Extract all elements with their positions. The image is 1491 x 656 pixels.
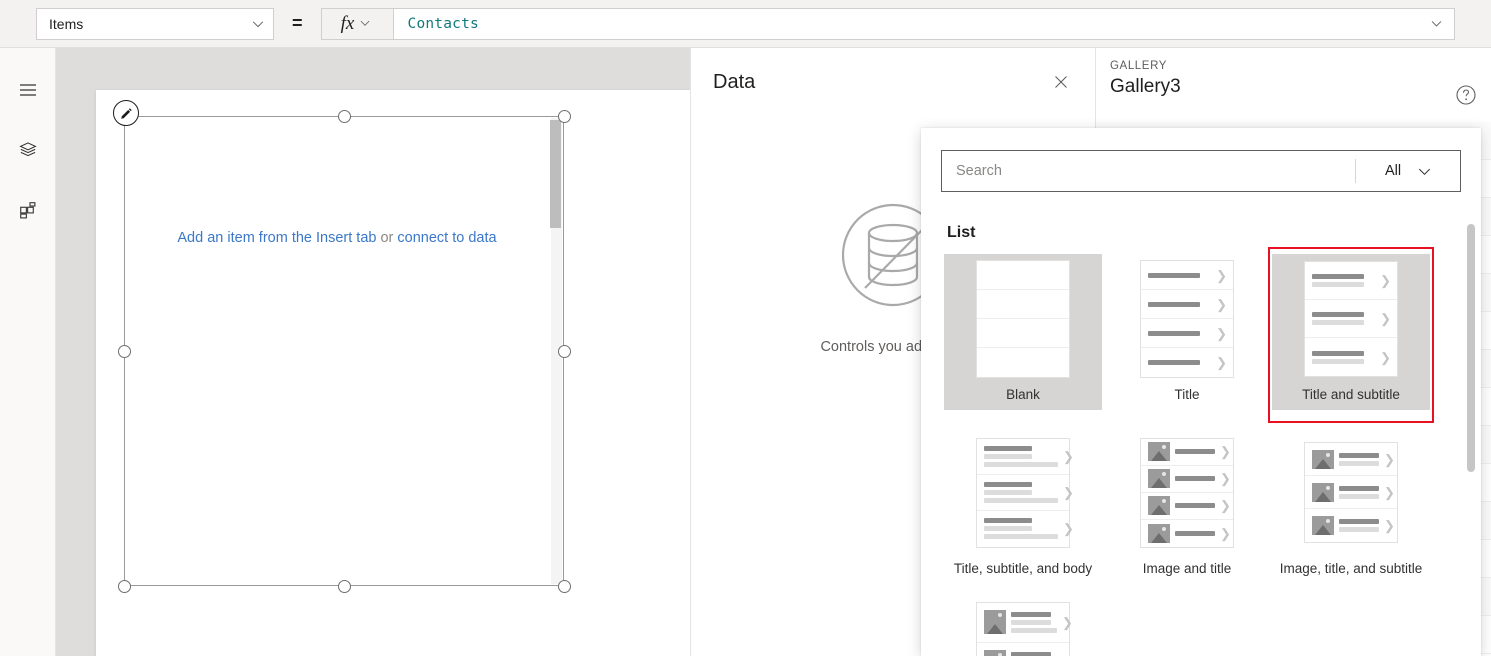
thumb-title-subtitle-body: ❯ ❯ ❯	[976, 437, 1074, 548]
layout-option-label: Title and subtitle	[1272, 384, 1430, 410]
data-panel-header: Data	[691, 48, 1095, 116]
layout-thumbnail: ❯ ❯ ❯ ❯	[1108, 428, 1266, 558]
layout-thumbnail: ❯ ❯ ❯	[1272, 254, 1430, 384]
image-placeholder-icon	[984, 610, 1006, 635]
resize-handle-e[interactable]	[557, 344, 571, 358]
layout-option-image-and-title[interactable]: ❯ ❯ ❯ ❯ Image and title	[1105, 422, 1269, 596]
layout-option-image-title-subtitle-body[interactable]: ❯ ❯ ❯	[941, 596, 1105, 656]
thumb-title: ❯ ❯ ❯ ❯	[1140, 260, 1234, 378]
thumb-image-title: ❯ ❯ ❯ ❯	[1140, 437, 1234, 548]
resize-handle-w[interactable]	[117, 344, 131, 358]
layout-list: List Blank ❯ ❯ ❯ ❯ Title ❯ ❯ ❯ Title and…	[921, 214, 1481, 656]
chevron-down-icon	[1417, 164, 1431, 178]
property-selector[interactable]: Items	[36, 7, 274, 40]
thumb-blank	[976, 260, 1070, 378]
layers-icon[interactable]	[8, 130, 48, 170]
hamburger-menu-icon[interactable]	[8, 70, 48, 110]
help-circle-icon[interactable]	[1455, 84, 1477, 106]
image-placeholder-icon	[1312, 449, 1334, 469]
search-row: All	[941, 150, 1461, 192]
connect-to-data-link[interactable]: connect to data	[397, 230, 496, 246]
layout-grid: Blank ❯ ❯ ❯ ❯ Title ❯ ❯ ❯ Title and subt…	[941, 247, 1461, 656]
insert-tab-link[interactable]: Add an item from the Insert tab	[177, 230, 376, 246]
thumb-image-title-subtitle-body: ❯ ❯ ❯	[976, 601, 1073, 656]
layout-option-label: Image, title, and subtitle	[1279, 560, 1423, 576]
close-icon[interactable]	[1045, 66, 1077, 98]
resize-handle-s[interactable]	[337, 579, 351, 593]
control-type-label: GALLERY	[1110, 60, 1168, 72]
resize-handle-ne[interactable]	[557, 109, 571, 123]
pencil-icon[interactable]	[113, 100, 139, 126]
resize-handle-se[interactable]	[557, 579, 571, 593]
gallery-scrollbar-thumb[interactable]	[550, 120, 561, 228]
chevron-down-icon	[359, 17, 373, 31]
formula-input[interactable]: Contacts	[392, 7, 1455, 40]
control-name: Gallery3	[1110, 76, 1181, 97]
properties-panel-header: GALLERY Gallery3	[1096, 48, 1491, 118]
gallery-control[interactable]: Add an item from the Insert tab or conne…	[124, 116, 564, 586]
flyout-scrollbar-thumb[interactable]	[1467, 224, 1475, 472]
resize-handle-sw[interactable]	[117, 579, 131, 593]
layout-thumbnail	[944, 254, 1102, 384]
chevron-down-icon	[251, 17, 265, 31]
formula-value: Contacts	[407, 15, 479, 32]
layout-option-label: Title, subtitle, and body	[953, 560, 1093, 576]
layout-option-image-title-subtitle[interactable]: ❯ ❯ ❯ Image, title, and subtitle	[1269, 422, 1433, 596]
image-placeholder-icon	[1148, 469, 1170, 489]
layout-option-blank[interactable]: Blank	[941, 248, 1105, 422]
image-placeholder-icon	[1312, 516, 1334, 536]
fx-button[interactable]: fx	[320, 7, 393, 40]
layout-option-title[interactable]: ❯ ❯ ❯ ❯ Title	[1105, 248, 1269, 422]
layout-option-title-subtitle-body[interactable]: ❯ ❯ ❯ Title, subtitle, and body	[941, 422, 1105, 596]
formula-bar: Items = fx Contacts	[0, 0, 1491, 48]
image-placeholder-icon	[1148, 442, 1170, 462]
image-placeholder-icon	[1148, 496, 1170, 516]
filter-dropdown[interactable]: All	[1356, 163, 1460, 179]
layout-thumbnail: ❯ ❯ ❯	[944, 428, 1102, 558]
image-placeholder-icon	[1312, 482, 1334, 502]
components-grid-icon[interactable]	[8, 190, 48, 230]
layout-option-label: Image and title	[1142, 560, 1232, 576]
layout-thumbnail: ❯ ❯ ❯	[944, 601, 1102, 656]
image-placeholder-icon	[1148, 523, 1170, 543]
layout-thumbnail: ❯ ❯ ❯ ❯	[1108, 254, 1266, 384]
layout-option-title-and-subtitle[interactable]: ❯ ❯ ❯ Title and subtitle	[1268, 247, 1434, 423]
layout-option-label: Title	[1174, 387, 1200, 402]
layout-picker-flyout: All List Blank	[921, 128, 1481, 656]
search-input[interactable]	[942, 163, 1355, 179]
hint-separator: or	[376, 230, 398, 246]
equals-sign: =	[292, 13, 303, 33]
chevron-down-icon[interactable]	[1430, 17, 1444, 31]
layout-section-title: List	[947, 224, 976, 241]
image-placeholder-icon	[984, 650, 1006, 656]
thumb-image-title-subtitle: ❯ ❯ ❯	[1304, 442, 1398, 544]
data-panel-title: Data	[713, 70, 756, 93]
gallery-empty-hint: Add an item from the Insert tab or conne…	[125, 229, 549, 248]
thumb-title-subtitle: ❯ ❯ ❯	[1304, 261, 1398, 377]
layout-thumbnail: ❯ ❯ ❯	[1272, 428, 1430, 558]
property-selector-value: Items	[49, 15, 84, 32]
app-screen[interactable]: Add an item from the Insert tab or conne…	[96, 90, 708, 656]
layout-option-label: Blank	[944, 384, 1102, 410]
fx-label: fx	[340, 13, 355, 34]
resize-handle-n[interactable]	[337, 109, 351, 123]
filter-value: All	[1384, 163, 1402, 179]
left-rail	[0, 48, 56, 656]
